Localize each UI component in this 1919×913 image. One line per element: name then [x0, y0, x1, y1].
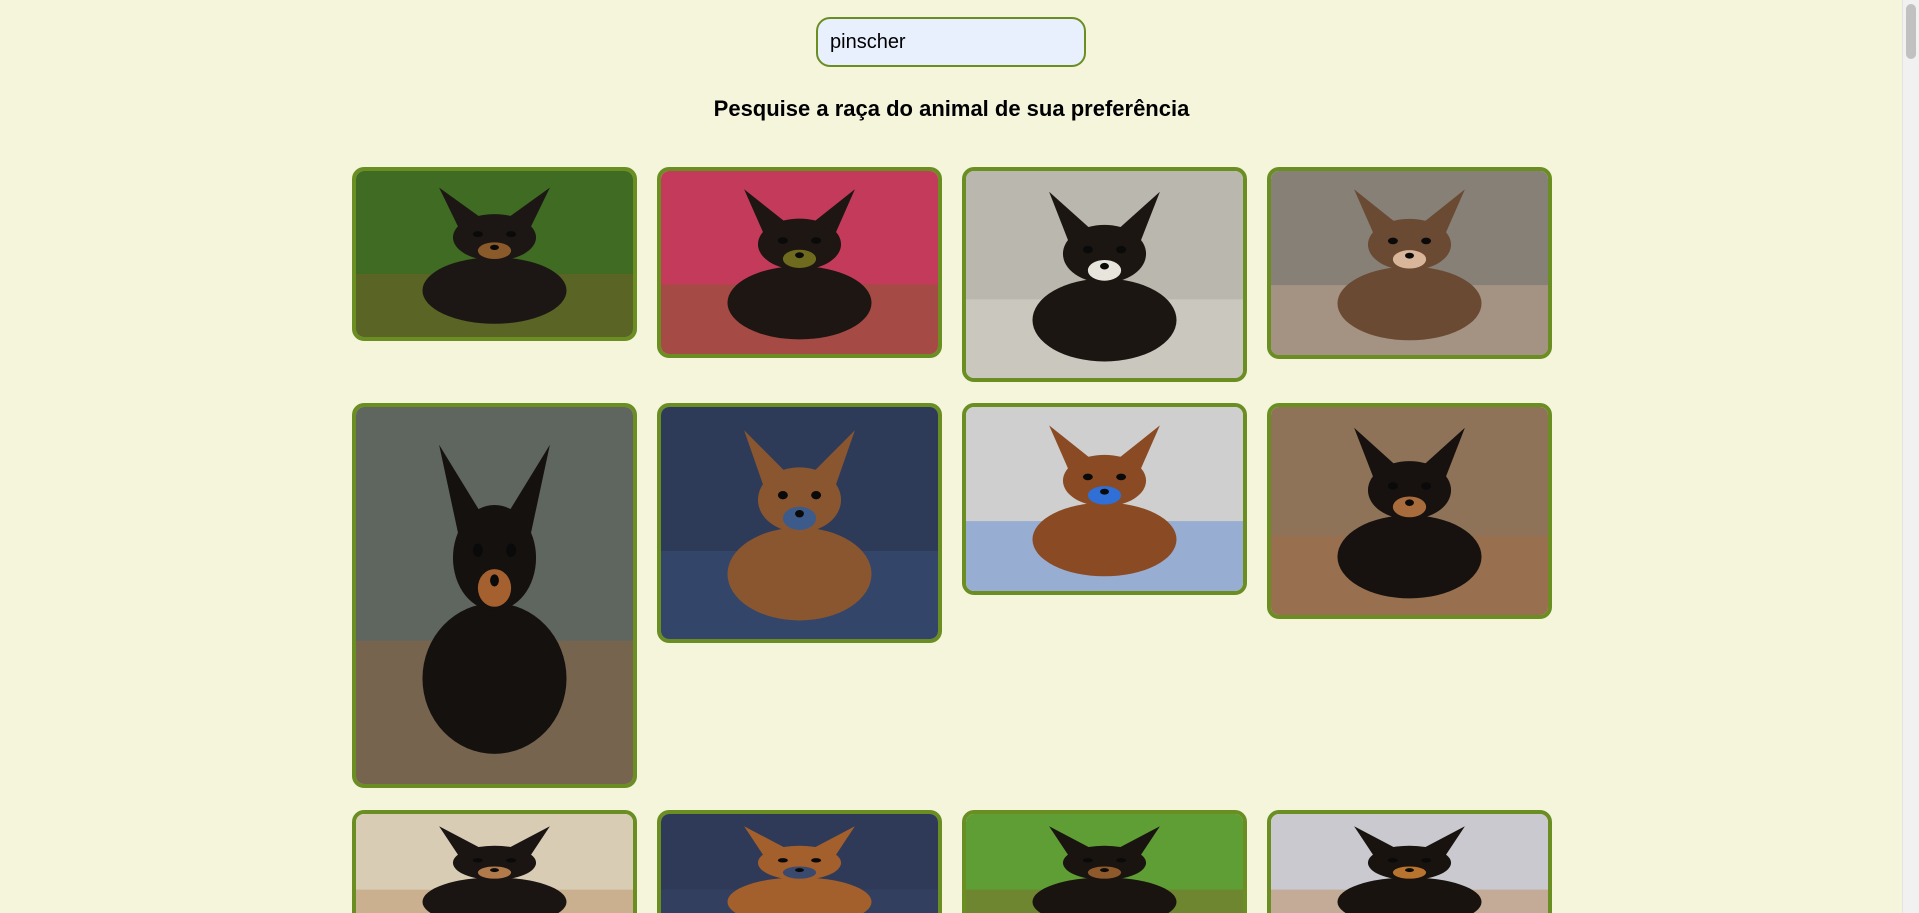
dog-photo-image — [356, 814, 633, 913]
dog-photo-card-1[interactable] — [352, 167, 637, 341]
dog-photo-image — [356, 407, 633, 784]
dog-photo-card-8[interactable] — [1267, 403, 1552, 619]
dog-photo-image — [661, 814, 938, 913]
dog-photo-gallery — [352, 167, 1552, 913]
search-container — [816, 17, 1086, 67]
dog-photo-image — [1271, 407, 1548, 615]
dog-photo-image — [966, 407, 1243, 591]
page-headline: Pesquise a raça do animal de sua preferê… — [713, 96, 1190, 121]
page: Pesquise a raça do animal de sua preferê… — [0, 0, 1919, 913]
dog-photo-card-2[interactable] — [657, 167, 942, 358]
dog-photo-image — [661, 171, 938, 354]
dog-photo-card-11[interactable] — [962, 810, 1247, 913]
dog-photo-card-5[interactable] — [352, 403, 637, 788]
dog-photo-image — [966, 814, 1243, 913]
dog-photo-image — [356, 171, 633, 337]
dog-photo-image — [1271, 171, 1548, 355]
dog-photo-image — [966, 171, 1243, 378]
dog-photo-card-10[interactable] — [657, 810, 942, 913]
dog-photo-card-9[interactable] — [352, 810, 637, 913]
dog-photo-card-12[interactable] — [1267, 810, 1552, 913]
dog-photo-image — [661, 407, 938, 639]
dog-photo-card-7[interactable] — [962, 403, 1247, 595]
dog-photo-image — [1271, 814, 1548, 913]
dog-photo-card-3[interactable] — [962, 167, 1247, 382]
breed-search-input[interactable] — [816, 17, 1086, 67]
dog-photo-card-4[interactable] — [1267, 167, 1552, 359]
dog-photo-card-6[interactable] — [657, 403, 942, 643]
vertical-scrollbar[interactable] — [1902, 0, 1919, 913]
scrollbar-thumb[interactable] — [1906, 4, 1916, 59]
